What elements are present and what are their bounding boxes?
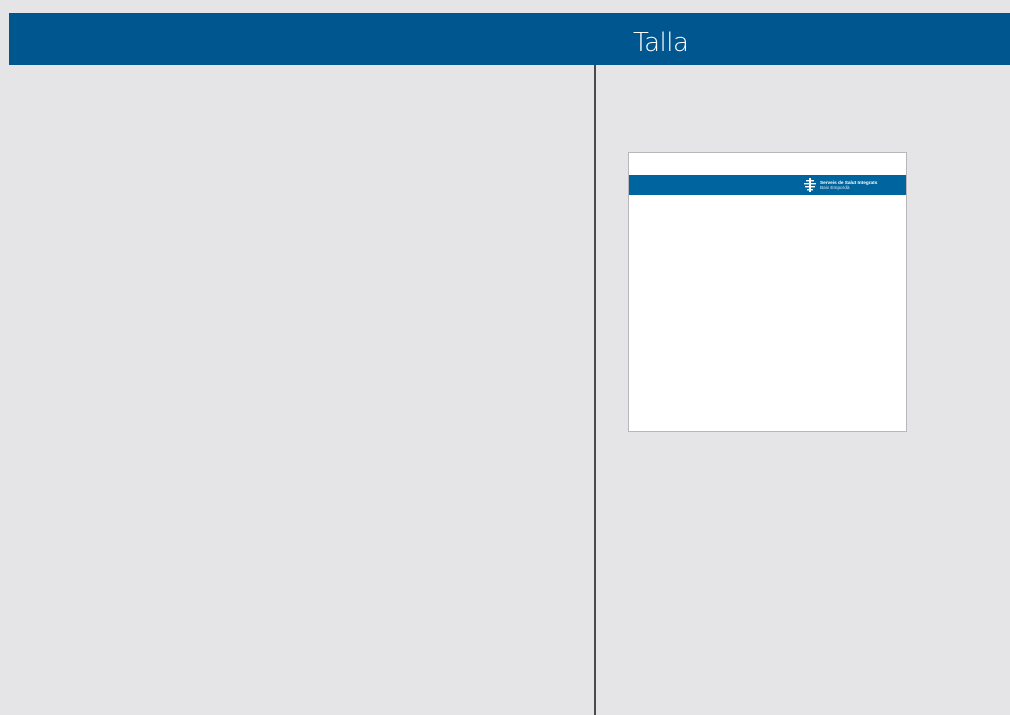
- header-bar: [9, 13, 1010, 65]
- left-panel: [9, 65, 594, 715]
- letterhead-preview: Serveis de Salut Integrats Baix Empordà: [628, 152, 907, 432]
- cross-logo-icon: [804, 178, 816, 192]
- logo-region-name: Baix Empordà: [820, 185, 850, 190]
- letterhead-logo: Serveis de Salut Integrats Baix Empordà: [803, 177, 877, 193]
- page-title: Talla: [633, 28, 689, 58]
- logo-text: Serveis de Salut Integrats Baix Empordà: [820, 180, 877, 190]
